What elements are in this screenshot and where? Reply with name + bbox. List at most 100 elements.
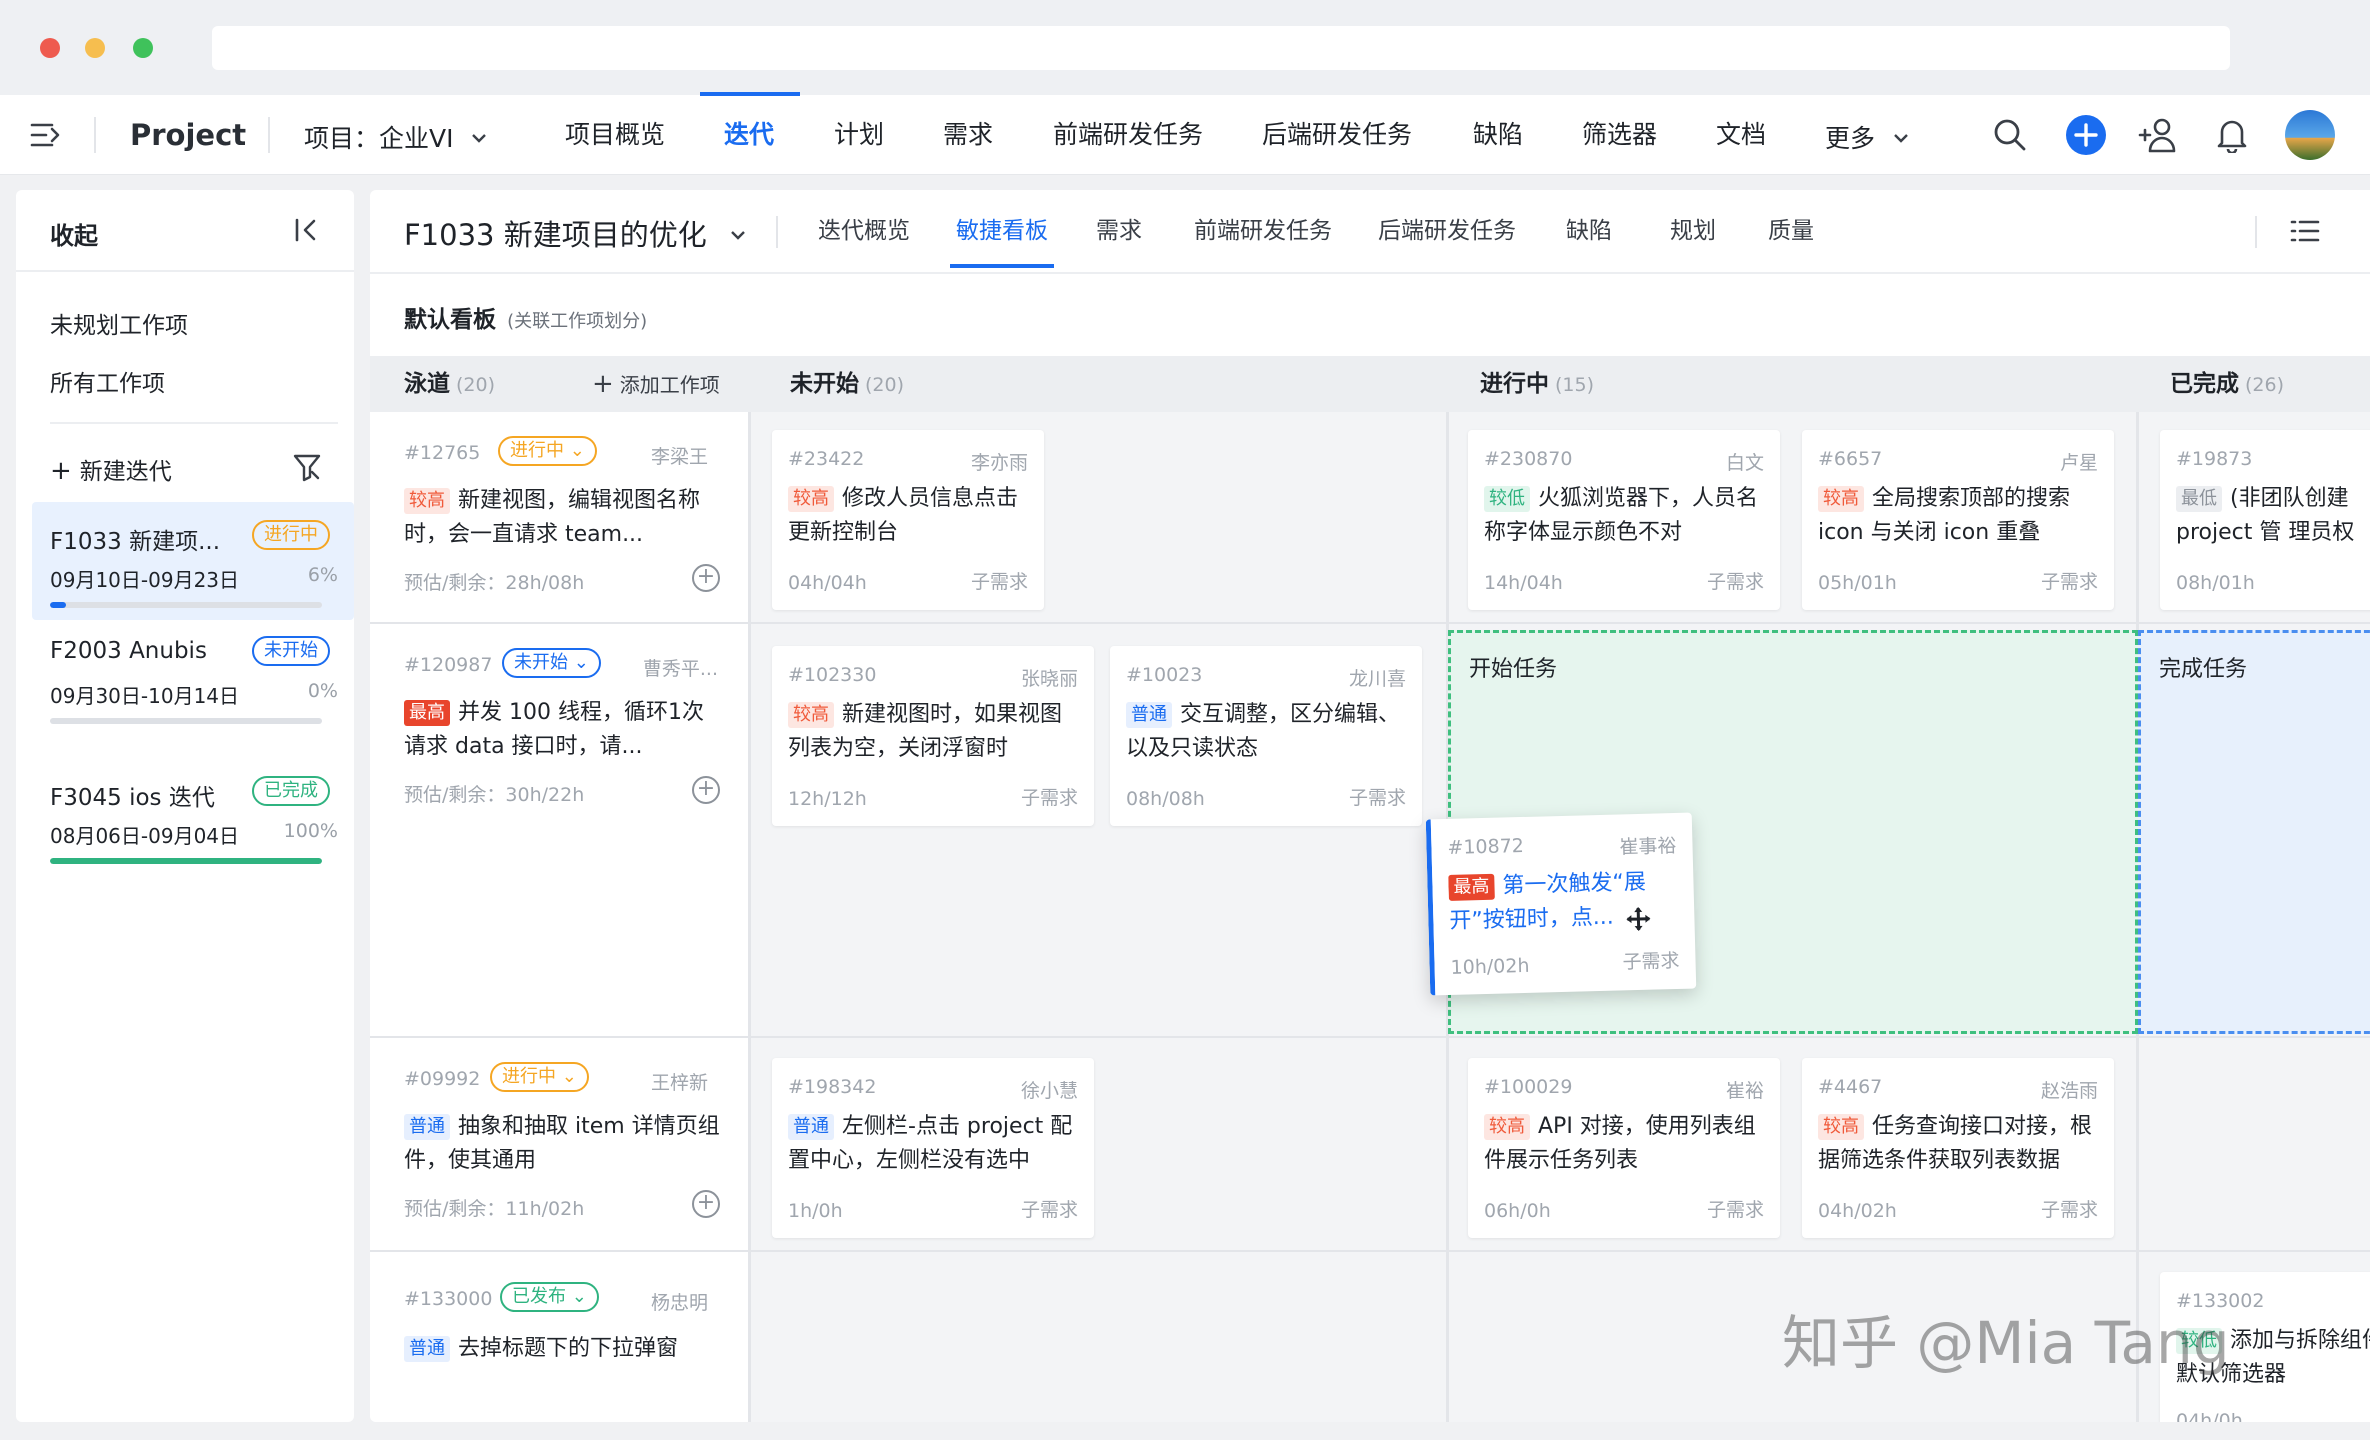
column-count: (26) bbox=[2245, 374, 2285, 396]
task-card[interactable]: #6657 卢星 较高 全局搜索顶部的搜索 icon 与关闭 icon 重叠 05… bbox=[1802, 430, 2114, 610]
sidebar-all-items[interactable]: 所有工作项 bbox=[50, 364, 165, 398]
project-selector[interactable]: 项目：企业VI bbox=[304, 95, 487, 175]
nav-plan[interactable]: 计划 bbox=[834, 95, 884, 175]
task-card[interactable]: #4467 赵浩雨 较高 任务查询接口对接，根据筛选条件获取列表数据 04h/02… bbox=[1802, 1058, 2114, 1238]
tab-defects[interactable]: 缺陷 bbox=[1566, 190, 1612, 272]
iteration-percent: 100% bbox=[283, 820, 338, 842]
column-header-in-progress: 进行中 (15) bbox=[1480, 356, 1594, 412]
search-icon[interactable] bbox=[1990, 95, 2030, 175]
collapse-sidebar-icon[interactable] bbox=[292, 216, 320, 248]
iteration-progress-bar bbox=[50, 602, 322, 608]
status-dropdown[interactable]: 进行中 ⌄ bbox=[498, 436, 597, 466]
add-subitem-button[interactable]: + bbox=[692, 776, 720, 804]
status-dropdown[interactable]: 已发布 ⌄ bbox=[500, 1282, 599, 1312]
estimate-remaining: 预估/剩余：30h/22h bbox=[404, 784, 585, 806]
tab-iteration-overview[interactable]: 迭代概览 bbox=[818, 190, 910, 272]
tab-backend-tasks[interactable]: 后端研发任务 bbox=[1378, 190, 1516, 272]
card-hours: 06h/0h bbox=[1484, 1200, 1551, 1222]
status-label: 未开始 bbox=[514, 652, 568, 673]
nav-defects[interactable]: 缺陷 bbox=[1473, 95, 1523, 175]
add-member-icon[interactable] bbox=[2136, 95, 2180, 175]
tab-agile-board[interactable]: 敏捷看板 bbox=[956, 190, 1048, 272]
add-subitem-button[interactable]: + bbox=[692, 1190, 720, 1218]
status-dropdown[interactable]: 进行中 ⌄ bbox=[490, 1062, 589, 1092]
plus-icon: + bbox=[592, 369, 614, 399]
estimate-remaining: 预估/剩余：28h/08h bbox=[404, 572, 585, 594]
task-card[interactable]: #100029 崔裕 较高 API 对接，使用列表组件展示任务列表 06h/0h … bbox=[1468, 1058, 1780, 1238]
iteration-title-selector[interactable]: F1033 新建项目的优化 bbox=[404, 212, 746, 254]
task-card[interactable]: #10023 龙川喜 普通 交互调整，区分编辑、以及只读状态 08h/08h 子需… bbox=[1110, 646, 1422, 826]
menu-toggle-icon[interactable] bbox=[30, 121, 62, 153]
iteration-dates: 09月30日-10月14日 bbox=[50, 684, 240, 708]
card-hours: 04h/02h bbox=[1818, 1200, 1897, 1222]
new-iteration-label: 新建迭代 bbox=[79, 459, 172, 485]
card-type: 子需求 bbox=[2040, 1199, 2098, 1221]
maximize-window-icon[interactable] bbox=[133, 38, 153, 58]
task-card[interactable]: #19873 最低 (非团队创建 project 管 理员权 08h/01h bbox=[2160, 430, 2370, 610]
new-iteration-button[interactable]: + 新建迭代 bbox=[50, 452, 172, 486]
tab-requirements[interactable]: 需求 bbox=[1096, 190, 1142, 272]
iteration-item-f3045[interactable]: F3045 ios 迭代 已完成 08月06日-09月04日 100% bbox=[32, 758, 354, 876]
nav-filters[interactable]: 筛选器 bbox=[1582, 95, 1657, 175]
lane-item-id: #120987 bbox=[404, 654, 493, 676]
nav-iteration[interactable]: 迭代 bbox=[724, 95, 774, 175]
swimlane-item[interactable]: #09992 进行中 ⌄ 王梓新 普通 抽象和抽取 item 详情页组件，使其通用… bbox=[370, 1038, 748, 1250]
dropzone-label: 完成任务 bbox=[2159, 657, 2248, 682]
card-id: #6657 bbox=[1818, 448, 1883, 470]
swimlane-item[interactable]: #12765 进行中 ⌄ 李梁王 较高 新建视图，编辑视图名称时，会一直请求 te… bbox=[370, 412, 748, 622]
task-card[interactable]: #230870 白文 较低 火狐浏览器下，人员名称字体显示颜色不对 14h/04h… bbox=[1468, 430, 1780, 610]
filter-icon[interactable] bbox=[292, 452, 322, 486]
tab-frontend-tasks[interactable]: 前端研发任务 bbox=[1194, 190, 1332, 272]
nav-overview[interactable]: 项目概览 bbox=[565, 95, 665, 175]
list-menu-icon[interactable] bbox=[2290, 218, 2320, 248]
swimlane-item[interactable]: #133000 已发布 ⌄ 杨忠明 普通 去掉标题下的下拉弹窗 bbox=[370, 1252, 748, 1422]
chevron-down-icon: ⌄ bbox=[561, 1066, 577, 1087]
minimize-window-icon[interactable] bbox=[85, 38, 105, 58]
priority-tag: 较高 bbox=[788, 486, 834, 512]
avatar[interactable] bbox=[2284, 95, 2336, 175]
nav-more[interactable]: 更多 bbox=[1825, 95, 1909, 175]
add-work-item-button[interactable]: + 添加工作项 bbox=[592, 356, 720, 412]
status-badge: 进行中 bbox=[252, 520, 330, 550]
priority-tag: 较低 bbox=[1484, 486, 1530, 512]
iteration-progress-bar bbox=[50, 858, 322, 864]
column-header-done: 已完成 (26) bbox=[2170, 356, 2284, 412]
address-bar[interactable] bbox=[212, 26, 2230, 70]
card-assignee: 张晓丽 bbox=[1020, 668, 1078, 690]
card-id: #10023 bbox=[1126, 664, 1203, 686]
nav-backend-tasks[interactable]: 后端研发任务 bbox=[1262, 95, 1412, 175]
swimlane-count: (20) bbox=[456, 374, 496, 396]
priority-tag: 普通 bbox=[404, 1336, 450, 1362]
close-window-icon[interactable] bbox=[40, 38, 60, 58]
iteration-progress-bar bbox=[50, 718, 322, 724]
tab-quality[interactable]: 质量 bbox=[1768, 190, 1814, 272]
swimlane-item[interactable]: #120987 未开始 ⌄ 曹秀平... 最高 并发 100 线程，循环1次请求 … bbox=[370, 624, 748, 1036]
task-card[interactable]: #23422 李亦雨 较高 修改人员信息点击更新控制台 04h/04h 子需求 bbox=[772, 430, 1044, 610]
priority-tag: 最高 bbox=[404, 700, 450, 726]
project-selector-label: 项目：企业VI bbox=[304, 124, 454, 153]
nav-docs[interactable]: 文档 bbox=[1716, 95, 1766, 175]
task-card[interactable]: #198342 徐小慧 普通 左侧栏-点击 project 配置中心，左侧栏没有选… bbox=[772, 1058, 1094, 1238]
dropzone-complete-task[interactable]: 完成任务 bbox=[2138, 630, 2370, 1034]
card-id: #100029 bbox=[1484, 1076, 1573, 1098]
board-title: 默认看板 bbox=[404, 307, 496, 333]
card-hours: 05h/01h bbox=[1818, 572, 1897, 594]
nav-frontend-tasks[interactable]: 前端研发任务 bbox=[1053, 95, 1203, 175]
status-dropdown[interactable]: 未开始 ⌄ bbox=[502, 648, 601, 678]
kanban-board: 泳道 (20) + 添加工作项 未开始 (20) 进行中 (15) 已完成 (26) 开始… bbox=[370, 356, 2370, 1422]
iteration-item-f2003[interactable]: F2003 Anubis 未开始 09月30日-10月14日 0% bbox=[32, 618, 354, 736]
dragged-task-card[interactable]: #10872 崔事裕 最高 第一次触发“展开”按钮时，点... 10h/02h 子… bbox=[1425, 812, 1697, 996]
lane-item-id: #12765 bbox=[404, 442, 481, 464]
task-card[interactable]: #102330 张晓丽 较高 新建视图时，如果视图列表为空，关闭浮窗时 12h/1… bbox=[772, 646, 1094, 826]
add-subitem-button[interactable]: + bbox=[692, 564, 720, 592]
notification-bell-icon[interactable] bbox=[2212, 95, 2252, 175]
chevron-down-icon bbox=[730, 213, 746, 247]
status-label: 进行中 bbox=[502, 1066, 556, 1087]
tab-planning[interactable]: 规划 bbox=[1670, 190, 1716, 272]
nav-requirements[interactable]: 需求 bbox=[943, 95, 993, 175]
iteration-item-f1033[interactable]: F1033 新建项... 进行中 09月10日-09月23日 6% bbox=[32, 502, 354, 620]
sidebar-unplanned-items[interactable]: 未规划工作项 bbox=[50, 306, 188, 340]
column-header-not-started: 未开始 (20) bbox=[790, 356, 904, 412]
dropzone-label: 开始任务 bbox=[1469, 657, 1558, 682]
create-plus-icon[interactable] bbox=[2064, 95, 2108, 175]
